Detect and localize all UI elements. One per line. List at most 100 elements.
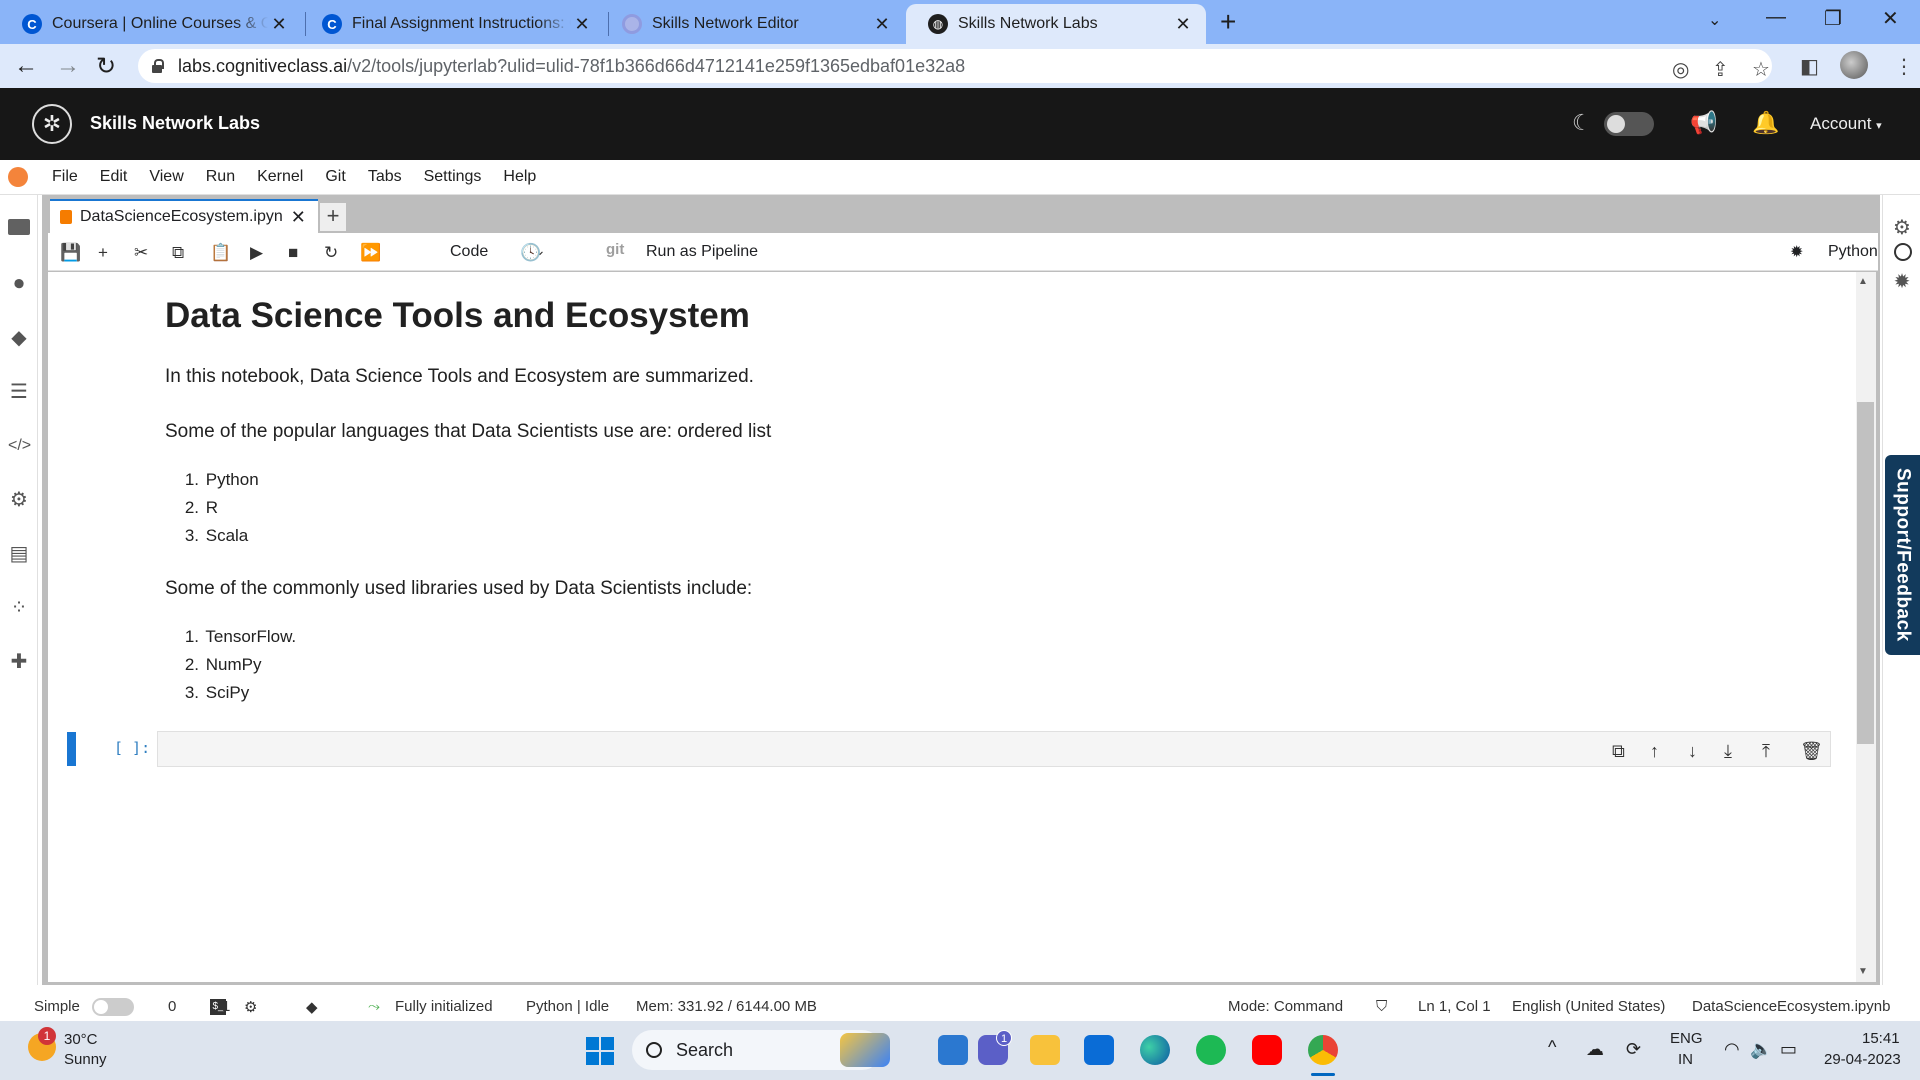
reload-icon[interactable]: ↻ (96, 52, 116, 81)
paste-icon[interactable]: 📋 (210, 243, 231, 263)
battery-icon[interactable]: ▭ (1780, 1039, 1797, 1060)
account-menu[interactable]: Account ▾ (1810, 114, 1882, 134)
wifi-icon[interactable]: ◠ (1724, 1039, 1740, 1060)
git-status-icon[interactable]: ◆ (306, 998, 318, 1016)
scroll-up-icon[interactable]: ▲ (1858, 276, 1868, 287)
onedrive-icon[interactable]: ☁ (1586, 1039, 1604, 1060)
menu-tabs[interactable]: Tabs (368, 168, 402, 186)
browser-tab-skills-labs[interactable]: ◍ Skills Network Labs ✕ (906, 4, 1206, 44)
scroll-down-icon[interactable]: ▼ (1858, 966, 1868, 977)
chrome-icon[interactable] (1308, 1035, 1338, 1065)
restart-icon[interactable]: ↻ (324, 243, 338, 263)
cursor-position[interactable]: Ln 1, Col 1 (1418, 998, 1491, 1015)
maximize-icon[interactable]: ❐ (1824, 6, 1842, 31)
dark-mode-toggle[interactable] (1604, 112, 1654, 136)
menu-git[interactable]: Git (325, 168, 345, 186)
task-view-icon[interactable] (938, 1035, 968, 1065)
bell-icon[interactable]: 🔔 (1752, 110, 1779, 136)
init-status[interactable]: Fully initialized (395, 998, 493, 1015)
eye-off-icon[interactable]: ◎ (1672, 57, 1689, 82)
support-feedback-tab[interactable]: Support/Feedback (1885, 455, 1920, 655)
kernel-name[interactable]: Python (1828, 243, 1878, 261)
browser-tab-skills-editor[interactable]: Skills Network Editor ✕ (600, 4, 905, 44)
puzzle-icon[interactable]: ✚ (8, 651, 30, 673)
forward-icon[interactable]: → (56, 52, 80, 80)
volume-icon[interactable]: 🔈 (1750, 1039, 1772, 1060)
browser-tab-coursera[interactable]: C Coursera | Online Courses & Credential… (0, 4, 302, 44)
table-of-contents-icon[interactable]: ☰ (8, 381, 30, 403)
chevron-up-icon[interactable]: ^ (1548, 1037, 1556, 1058)
extensions-icon[interactable]: ⁘ (8, 597, 30, 619)
stop-icon[interactable]: ■ (288, 243, 298, 263)
new-tab-icon[interactable]: + (1220, 6, 1236, 38)
trusted-icon[interactable]: ⛉ (1376, 998, 1387, 1015)
notebook-tab[interactable]: DataScienceEcosystem.ipyn ✕ (50, 199, 318, 233)
clock-icon[interactable]: 🕓 (520, 243, 541, 263)
share-icon[interactable]: ⇪ (1712, 57, 1729, 82)
insert-above-icon[interactable]: ⤒ (1762, 741, 1770, 762)
menu-run[interactable]: Run (206, 168, 235, 186)
new-launcher-icon[interactable]: + (320, 203, 346, 231)
simple-mode-toggle[interactable] (92, 998, 134, 1016)
pipeline-components-icon[interactable]: ▤ (8, 543, 30, 565)
bug-icon[interactable]: ✹ (1790, 242, 1803, 262)
profile-avatar[interactable] (1840, 51, 1868, 79)
chrome-menu-icon[interactable]: ⋮ (1894, 54, 1914, 79)
menu-kernel[interactable]: Kernel (257, 168, 303, 186)
folder-icon[interactable] (8, 219, 30, 235)
close-icon[interactable]: ✕ (571, 14, 593, 35)
sync-icon[interactable]: ⟳ (1626, 1039, 1641, 1060)
code-snippets-icon[interactable]: </> (8, 435, 31, 457)
copy-icon[interactable]: ⧉ (172, 243, 184, 263)
input-region[interactable]: IN (1678, 1051, 1693, 1068)
git-icon[interactable]: ◆ (8, 327, 30, 349)
back-icon[interactable]: ← (14, 52, 38, 80)
insert-cell-icon[interactable]: + (98, 243, 108, 263)
close-icon[interactable]: ✕ (1172, 14, 1194, 35)
close-icon[interactable]: ✕ (871, 14, 893, 35)
file-explorer-icon[interactable] (1030, 1035, 1060, 1065)
lock-icon[interactable] (150, 59, 164, 73)
address-bar[interactable]: labs.cognitiveclass.ai/v2/tools/jupyterl… (138, 49, 1772, 83)
youtube-icon[interactable] (1252, 1035, 1282, 1065)
property-settings-icon[interactable]: ⚙ (1891, 217, 1913, 239)
side-panel-icon[interactable]: ◧ (1800, 54, 1819, 79)
bookmark-star-icon[interactable]: ☆ (1752, 57, 1770, 82)
property-inspector-icon[interactable]: ⚙ (8, 489, 30, 511)
run-icon[interactable]: ▶ (250, 243, 263, 263)
temperature[interactable]: 30°C (64, 1031, 98, 1048)
close-icon[interactable]: ✕ (268, 14, 290, 35)
menu-view[interactable]: View (149, 168, 183, 186)
menu-settings[interactable]: Settings (424, 168, 482, 186)
edge-icon[interactable] (1140, 1035, 1170, 1065)
move-down-icon[interactable]: ↓ (1688, 741, 1697, 762)
git-button[interactable]: git (606, 241, 624, 258)
running-sessions-icon[interactable]: ⏺ (8, 273, 30, 295)
duplicate-cell-icon[interactable]: ⧉ (1612, 741, 1625, 762)
code-cell-input[interactable] (157, 731, 1831, 767)
window-close-icon[interactable]: ✕ (1882, 6, 1899, 31)
input-language[interactable]: ENG (1670, 1030, 1703, 1047)
menu-help[interactable]: Help (503, 168, 536, 186)
clock-time[interactable]: 15:41 (1862, 1030, 1900, 1047)
move-up-icon[interactable]: ↑ (1650, 741, 1659, 762)
skills-network-logo-icon[interactable]: ✲ (32, 104, 72, 144)
run-as-pipeline-button[interactable]: Run as Pipeline (646, 243, 758, 261)
kernel-status[interactable]: Python | Idle (526, 998, 609, 1015)
save-icon[interactable]: 💾 (60, 243, 81, 263)
spotify-icon[interactable] (1196, 1035, 1226, 1065)
close-icon[interactable]: ✕ (291, 207, 306, 228)
weather-condition[interactable]: Sunny (64, 1051, 107, 1068)
spellcheck-language[interactable]: English (United States) (1512, 998, 1665, 1015)
menu-edit[interactable]: Edit (100, 168, 128, 186)
mail-icon[interactable] (1084, 1035, 1114, 1065)
tab-search-icon[interactable]: ⌄ (1708, 10, 1721, 30)
clock-date[interactable]: 29-04-2023 (1824, 1051, 1901, 1068)
menu-file[interactable]: File (52, 168, 78, 186)
scrollbar-thumb[interactable] (1857, 402, 1874, 744)
fast-forward-icon[interactable]: ⏩ (360, 243, 381, 263)
kernel-sessions-icon[interactable]: ⚙ (244, 998, 257, 1016)
megaphone-icon[interactable]: 📢 (1690, 110, 1717, 136)
windows-start-icon[interactable] (586, 1037, 614, 1065)
browser-tab-final-assignment[interactable]: C Final Assignment Instructions: Create … (300, 4, 605, 44)
